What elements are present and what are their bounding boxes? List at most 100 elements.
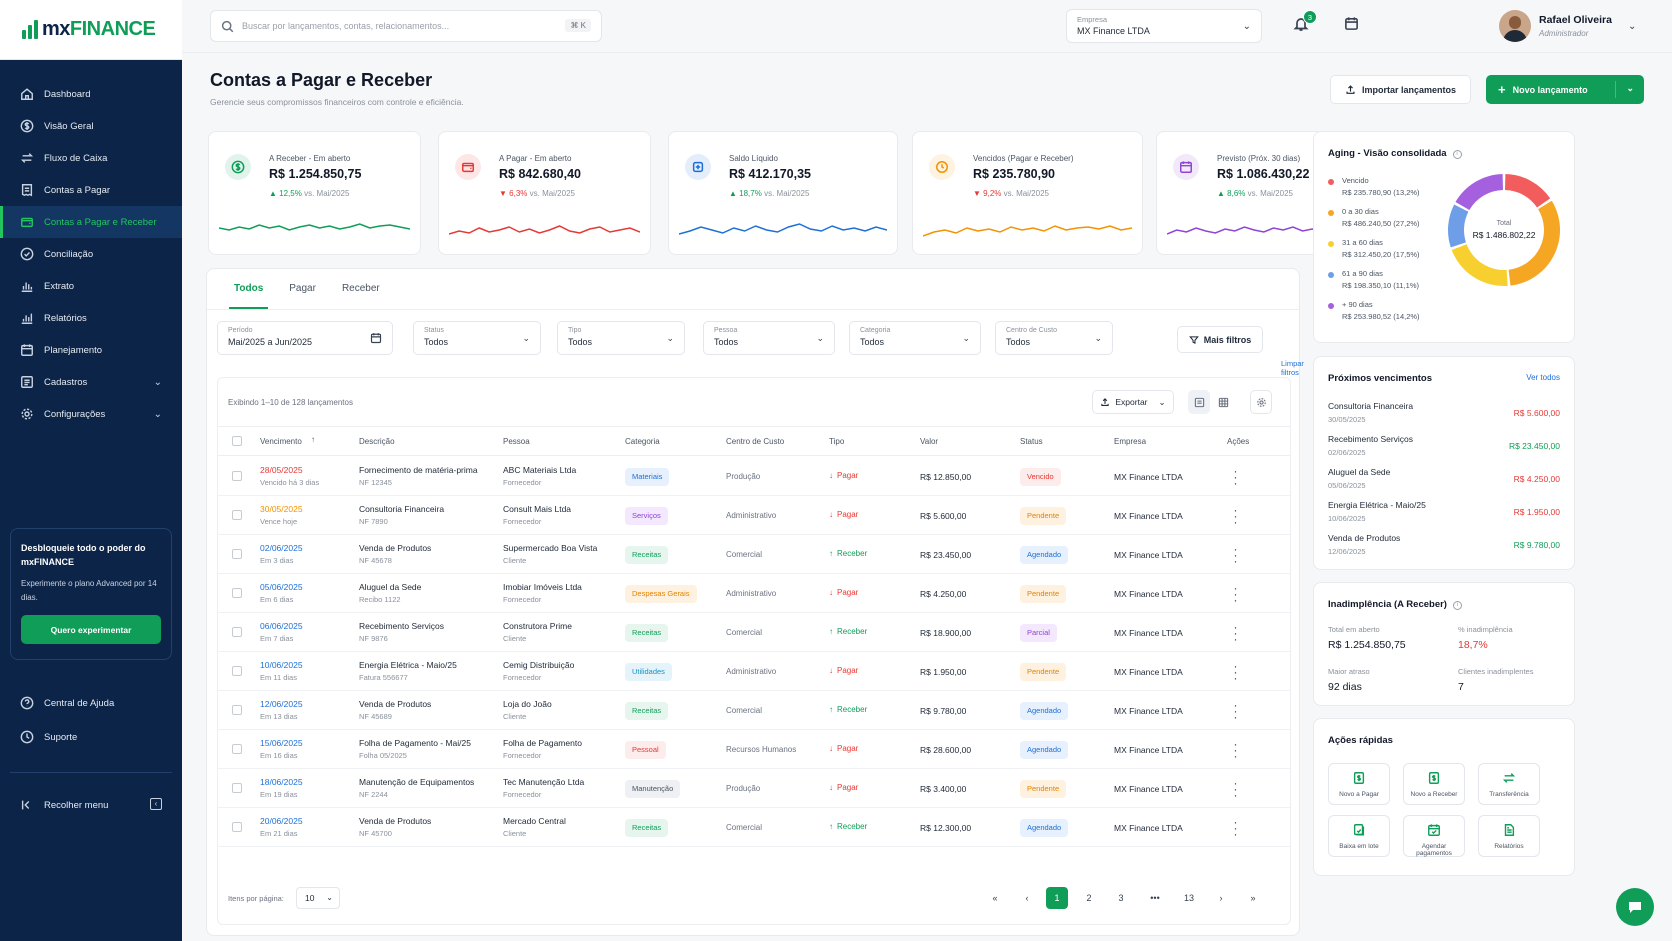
select-all-checkbox[interactable] xyxy=(232,436,242,446)
person[interactable]: Consult Mais Ltda xyxy=(503,504,571,514)
collapse-menu-button[interactable]: Recolher menu ‹ xyxy=(0,788,182,822)
tab-receber[interactable]: Receber xyxy=(329,279,393,309)
table-row[interactable]: 28/05/2025 Vencido há 3 dias Forneciment… xyxy=(218,457,1290,496)
kpi-card[interactable]: Vencidos (Pagar e Receber) R$ 235.780,90… xyxy=(912,131,1143,255)
quick-action-button[interactable]: Transferência xyxy=(1478,763,1540,805)
sidebar-item-relatorios[interactable]: Relatórios xyxy=(0,302,182,334)
row-checkbox[interactable] xyxy=(232,471,242,481)
person[interactable]: Folha de Pagamento xyxy=(503,738,582,748)
column-header[interactable]: Categoria xyxy=(625,437,660,446)
more-actions-icon[interactable]: · · · xyxy=(1232,465,1238,489)
sidebar-item-contas-a-pagar-e-receber[interactable]: Contas a Pagar e Receber xyxy=(0,206,182,238)
calendar-button[interactable] xyxy=(1344,16,1359,34)
table-settings-button[interactable] xyxy=(1250,390,1272,414)
row-checkbox[interactable] xyxy=(232,783,242,793)
column-header[interactable]: Empresa xyxy=(1114,437,1146,446)
import-entries-button[interactable]: Importar lançamentos xyxy=(1330,75,1471,104)
table-row[interactable]: 30/05/2025 Vence hoje Consultoria Financ… xyxy=(218,496,1290,535)
chat-button[interactable] xyxy=(1616,888,1654,926)
sidebar-item-support[interactable]: Suporte xyxy=(0,720,182,754)
upcoming-item[interactable]: Energia Elétrica - Maio/25 10/06/2025 R$… xyxy=(1328,500,1560,530)
table-row[interactable]: 02/06/2025 Em 3 dias Venda de Produtos N… xyxy=(218,535,1290,574)
upcoming-item[interactable]: Recebimento Serviços 02/06/2025 R$ 23.45… xyxy=(1328,434,1560,464)
sidebar-item-cadastros[interactable]: Cadastros ⌄ xyxy=(0,366,182,398)
row-checkbox[interactable] xyxy=(232,549,242,559)
filter-categoria[interactable]: Categoria Todos ⌄ xyxy=(849,321,981,355)
user-menu[interactable]: Rafael Oliveira Administrador ⌄ xyxy=(1499,9,1636,43)
upcoming-item[interactable]: Venda de Produtos 12/06/2025 R$ 9.780,00 xyxy=(1328,533,1560,563)
sidebar-item-dashboard[interactable]: Dashboard xyxy=(0,78,182,110)
more-filters-button[interactable]: Mais filtros xyxy=(1177,326,1263,353)
kpi-card[interactable]: A Receber - Em aberto R$ 1.254.850,75 ▲ … xyxy=(208,131,421,255)
person[interactable]: Tec Manutenção Ltda xyxy=(503,777,584,787)
column-header[interactable]: Centro de Custo xyxy=(726,437,784,446)
more-actions-icon[interactable]: · · · xyxy=(1232,621,1238,645)
kpi-card[interactable]: Saldo Líquido R$ 412.170,35 ▲ 18,7% vs. … xyxy=(668,131,898,255)
donut-slice[interactable] xyxy=(1504,174,1551,208)
donut-slice[interactable] xyxy=(1455,174,1504,211)
donut-slice[interactable] xyxy=(1508,200,1560,286)
table-row[interactable]: 12/06/2025 Em 13 dias Venda de Produtos … xyxy=(218,691,1290,730)
info-icon[interactable]: i xyxy=(1452,150,1462,159)
sidebar-item-help[interactable]: Central de Ajuda xyxy=(0,686,182,720)
more-actions-icon[interactable]: · · · xyxy=(1232,777,1238,801)
table-row[interactable]: 10/06/2025 Em 11 dias Energia Elétrica -… xyxy=(218,652,1290,691)
row-checkbox[interactable] xyxy=(232,627,242,637)
table-row[interactable]: 18/06/2025 Em 19 dias Manutenção de Equi… xyxy=(218,769,1290,808)
upcoming-item[interactable]: Consultoria Financeira 30/05/2025 R$ 5.6… xyxy=(1328,401,1560,431)
table-row[interactable]: 20/06/2025 Em 21 dias Venda de Produtos … xyxy=(218,808,1290,847)
quick-action-button[interactable]: Novo a Receber xyxy=(1403,763,1465,805)
new-entry-button[interactable]: + Novo lançamento ⌄ xyxy=(1486,75,1644,104)
sidebar-item-visao-geral[interactable]: Visão Geral xyxy=(0,110,182,142)
table-row[interactable]: 15/06/2025 Em 16 dias Folha de Pagamento… xyxy=(218,730,1290,769)
tab-pagar[interactable]: Pagar xyxy=(276,279,329,309)
filter-periodo[interactable]: Período Mai/2025 a Jun/2025 xyxy=(217,321,393,355)
more-actions-icon[interactable]: · · · xyxy=(1232,738,1238,762)
try-advanced-button[interactable]: Quero experimentar xyxy=(21,615,161,644)
more-actions-icon[interactable]: · · · xyxy=(1232,816,1238,840)
row-checkbox[interactable] xyxy=(232,705,242,715)
sidebar-item-configuracoes[interactable]: Configurações ⌄ xyxy=(0,398,182,430)
filter-status[interactable]: Status Todos ⌄ xyxy=(413,321,541,355)
items-per-page-select[interactable]: 10 ⌄ xyxy=(296,887,340,909)
sort-asc-icon[interactable]: ↑ xyxy=(311,435,315,444)
notifications-button[interactable]: 3 xyxy=(1293,10,1317,34)
row-checkbox[interactable] xyxy=(232,744,242,754)
filter-centro-de-custo[interactable]: Centro de Custo Todos ⌄ xyxy=(995,321,1113,355)
list-view-button[interactable] xyxy=(1188,390,1210,414)
export-button[interactable]: Exportar ⌄ xyxy=(1092,390,1174,414)
search-input[interactable]: Buscar por lançamentos, contas, relacion… xyxy=(242,21,449,31)
table-row[interactable]: 06/06/2025 Em 7 dias Recebimento Serviço… xyxy=(218,613,1290,652)
chevron-down-icon[interactable]: ⌄ xyxy=(1626,83,1634,94)
global-search[interactable]: Buscar por lançamentos, contas, relacion… xyxy=(210,10,602,42)
column-header[interactable]: Tipo xyxy=(829,437,844,446)
filter-tipo[interactable]: Tipo Todos ⌄ xyxy=(557,321,685,355)
table-row[interactable]: 05/06/2025 Em 6 dias Aluguel da Sede Rec… xyxy=(218,574,1290,613)
quick-action-button[interactable]: Agendar pagamentos xyxy=(1403,815,1465,857)
more-actions-icon[interactable]: · · · xyxy=(1232,543,1238,567)
quick-action-button[interactable]: Baixa em lote xyxy=(1328,815,1390,857)
page-button[interactable]: ‹ xyxy=(1016,887,1038,909)
person[interactable]: Construtora Prime xyxy=(503,621,572,631)
company-select[interactable]: Empresa MX Finance LTDA ⌄ xyxy=(1066,9,1262,43)
row-checkbox[interactable] xyxy=(232,666,242,676)
row-checkbox[interactable] xyxy=(232,822,242,832)
person[interactable]: ABC Materiais Ltda xyxy=(503,465,576,475)
see-all-link[interactable]: Ver todos xyxy=(1526,373,1560,382)
column-header[interactable]: Status xyxy=(1020,437,1043,446)
sidebar-item-extrato[interactable]: Extrato xyxy=(0,270,182,302)
page-button[interactable]: « xyxy=(984,887,1006,909)
column-header[interactable]: Vencimento xyxy=(260,437,302,446)
person[interactable]: Loja do João xyxy=(503,699,552,709)
column-header[interactable]: Ações xyxy=(1227,437,1249,446)
more-actions-icon[interactable]: · · · xyxy=(1232,699,1238,723)
more-actions-icon[interactable]: · · · xyxy=(1232,504,1238,528)
kpi-card[interactable]: A Pagar - Em aberto R$ 842.680,40 ▼ 6,3%… xyxy=(438,131,651,255)
person[interactable]: Mercado Central xyxy=(503,816,566,826)
page-button[interactable]: » xyxy=(1242,887,1264,909)
sidebar-item-fluxo-de-caixa[interactable]: Fluxo de Caixa xyxy=(0,142,182,174)
more-actions-icon[interactable]: · · · xyxy=(1232,582,1238,606)
donut-slice[interactable] xyxy=(1451,244,1508,286)
more-actions-icon[interactable]: · · · xyxy=(1232,660,1238,684)
tab-todos[interactable]: Todos xyxy=(221,279,276,309)
